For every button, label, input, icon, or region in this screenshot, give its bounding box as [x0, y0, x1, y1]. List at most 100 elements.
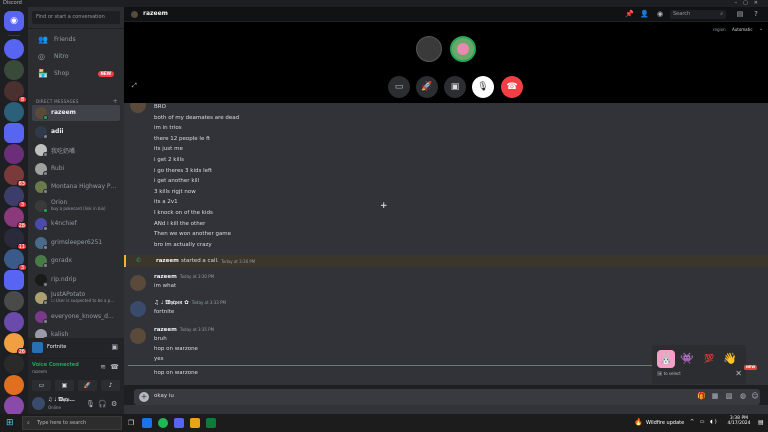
- dm-item[interactable]: adii: [32, 124, 120, 140]
- server-icon[interactable]: 3: [4, 186, 27, 208]
- help-icon[interactable]: ?: [752, 11, 760, 18]
- dm-item[interactable]: Orion buy a pokecard (link in bio): [32, 198, 120, 214]
- sticker-bunny[interactable]: 🐰: [657, 350, 675, 368]
- server-icon[interactable]: [4, 144, 24, 164]
- screen-share-icon[interactable]: ▣: [111, 343, 118, 351]
- soundboard-button[interactable]: ♪: [101, 380, 120, 391]
- chrome-icon[interactable]: [142, 418, 152, 428]
- emoji-icon[interactable]: ☺: [751, 393, 759, 400]
- dm-item[interactable]: everyone_knows_dylan: [32, 309, 120, 325]
- nav-friends[interactable]: 👥 Friends: [32, 33, 120, 47]
- disconnect-icon[interactable]: ☎: [110, 363, 119, 371]
- screen-share-button[interactable]: ▣: [444, 76, 466, 98]
- dm-item[interactable]: Montana Highway Pat...: [32, 179, 120, 195]
- mute-button[interactable]: 🎙: [472, 76, 494, 98]
- composer-footer: [124, 405, 768, 414]
- sticker-bye[interactable]: 👋: [721, 350, 739, 368]
- dm-item[interactable]: rip.ndrip: [32, 272, 120, 288]
- server-icon[interactable]: 11: [4, 228, 27, 250]
- call-participant-self[interactable]: [450, 36, 476, 62]
- message-avatar: [130, 103, 146, 113]
- message-avatar[interactable]: [130, 328, 146, 344]
- server-icon[interactable]: 83: [4, 165, 27, 187]
- window-controls[interactable]: –▢✕: [735, 0, 764, 7]
- voice-channel: razeem: [32, 369, 48, 374]
- message-author[interactable]: razeem Today at 3:30 PM: [154, 274, 214, 280]
- taskbar-search[interactable]: ⌕ Type here to search: [22, 416, 122, 430]
- apps-icon[interactable]: ◍: [739, 393, 747, 400]
- discord-taskbar-icon[interactable]: [174, 418, 184, 428]
- dm-item[interactable]: goradx: [32, 253, 120, 269]
- dm-item[interactable]: 我吃奶嘴: [32, 142, 120, 158]
- server-icon[interactable]: 28: [4, 207, 27, 229]
- task-view-icon[interactable]: ❐: [128, 419, 134, 427]
- search-input[interactable]: Search ⌕: [670, 10, 726, 19]
- server-icon[interactable]: [4, 39, 24, 59]
- home-dm-button[interactable]: ◉: [4, 11, 24, 31]
- upload-plus-icon[interactable]: +: [139, 392, 149, 402]
- server-icon[interactable]: 3: [4, 249, 27, 271]
- clock[interactable]: 3:38 PM 4/17/2024: [724, 416, 754, 426]
- server-icon[interactable]: [4, 270, 24, 290]
- start-icon[interactable]: ⊞: [6, 418, 14, 428]
- nav-shop[interactable]: 🏪 Shop NEW: [32, 67, 120, 81]
- mic-icon[interactable]: 🎙: [86, 400, 95, 408]
- call-participant-razeem[interactable]: [416, 36, 442, 62]
- gear-icon[interactable]: ⚙: [111, 400, 117, 408]
- popout-icon[interactable]: ⤢: [132, 82, 137, 90]
- sticker-icon[interactable]: ▧: [725, 393, 733, 400]
- dm-name: adii: [51, 127, 64, 135]
- server-icon[interactable]: [4, 123, 24, 143]
- noise-suppression-icon[interactable]: ≋: [100, 363, 106, 371]
- inbox-icon[interactable]: ▤: [736, 11, 744, 18]
- gift-icon[interactable]: 🎁: [697, 393, 706, 400]
- server-icon[interactable]: [4, 375, 24, 395]
- weather-text[interactable]: Wildfire update: [646, 420, 684, 426]
- spotify-icon[interactable]: [158, 418, 168, 428]
- message-avatar[interactable]: [130, 275, 146, 291]
- sticker-100[interactable]: 💯: [700, 350, 718, 368]
- headphones-icon[interactable]: 🎧: [98, 400, 107, 408]
- leave-call-button[interactable]: ☎: [501, 76, 523, 98]
- nav-nitro[interactable]: ◎ Nitro: [32, 50, 120, 64]
- sticker-wumpus[interactable]: 👾: [678, 350, 696, 368]
- region-select[interactable]: Automatic: [732, 27, 753, 32]
- message-author[interactable]: ♫ ♩ 𝔚𝔶𝔯𝔭𝔢𝔫 ✿ Today at 3:33 PM: [154, 300, 226, 307]
- server-icon[interactable]: [4, 354, 24, 374]
- activities-button[interactable]: 🚀: [78, 380, 97, 391]
- share-screen-button[interactable]: ▣: [55, 380, 74, 391]
- dm-item[interactable]: JustAPotato ☐ User is suspected to be a p…: [32, 290, 120, 306]
- server-icon[interactable]: [4, 396, 24, 414]
- chevron-down-icon[interactable]: ⌄: [759, 26, 763, 32]
- dm-item[interactable]: razeem: [32, 105, 120, 121]
- server-icon[interactable]: 26: [4, 333, 27, 355]
- message-author[interactable]: razeem Today at 3:35 PM: [154, 327, 214, 333]
- file-explorer-icon[interactable]: [190, 418, 200, 428]
- server-icon[interactable]: [4, 312, 24, 332]
- status-dot: [43, 281, 48, 287]
- user-profile-icon[interactable]: ◉: [656, 11, 664, 18]
- dm-item[interactable]: k4nchief: [32, 216, 120, 232]
- add-friends-icon[interactable]: 👤: [640, 11, 649, 18]
- pinned-icon[interactable]: 📌: [625, 11, 634, 18]
- dm-item[interactable]: Rubi: [32, 161, 120, 177]
- find-conversation-button[interactable]: Find or start a conversation: [32, 11, 120, 24]
- message-avatar[interactable]: [130, 301, 146, 317]
- server-icon[interactable]: [4, 291, 24, 311]
- activity-button[interactable]: 🚀: [416, 76, 438, 98]
- message-input[interactable]: okay iu: [154, 393, 174, 399]
- server-icon[interactable]: [4, 60, 24, 80]
- message-text: yes: [154, 356, 164, 362]
- notification-icon[interactable]: ▤: [758, 419, 764, 426]
- camera-toggle-button[interactable]: ▭: [388, 76, 410, 98]
- camera-button[interactable]: ▭: [32, 380, 51, 391]
- server-icon[interactable]: 8: [4, 81, 27, 103]
- close-icon[interactable]: ✕: [735, 369, 742, 378]
- dm-item[interactable]: grimsleeper6251: [32, 235, 120, 251]
- user-avatar[interactable]: [32, 397, 45, 410]
- server-icon[interactable]: [4, 102, 24, 122]
- app-icon[interactable]: [206, 418, 216, 428]
- create-dm-icon[interactable]: +: [113, 98, 118, 105]
- gif-icon[interactable]: ▦: [711, 393, 719, 400]
- tray-icons[interactable]: ^ ▭ ◖): [690, 419, 719, 425]
